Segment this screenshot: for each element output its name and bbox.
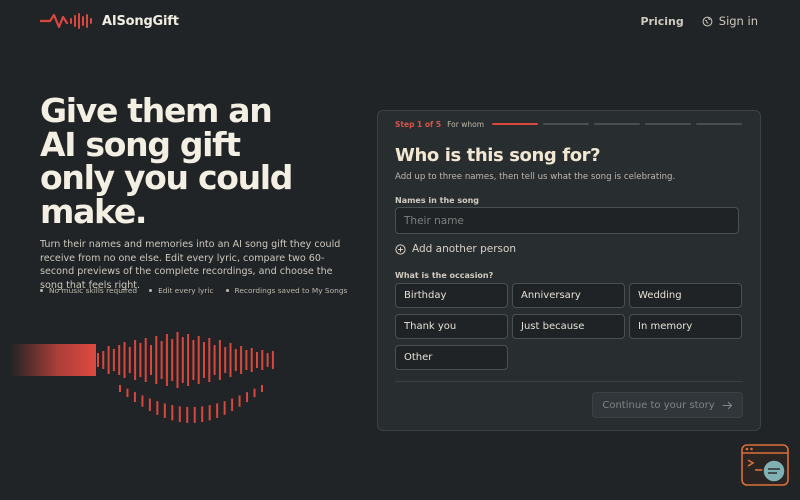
feature-bullet: No music skills required bbox=[40, 286, 137, 295]
header: AISongGift Pricing Sign in bbox=[0, 0, 800, 44]
feature-bullet: Recordings saved to My Songs bbox=[225, 286, 348, 295]
continue-button[interactable]: Continue to your story bbox=[592, 392, 743, 418]
nav-signin-link[interactable]: Sign in bbox=[702, 14, 758, 28]
brand-name: AISongGift bbox=[102, 13, 179, 29]
occasion-birthday[interactable]: Birthday bbox=[395, 283, 508, 308]
nav-pricing-link[interactable]: Pricing bbox=[641, 15, 684, 28]
help-widget-icon[interactable] bbox=[741, 444, 789, 488]
step-count: Step 1 of 5 bbox=[395, 120, 442, 129]
step-name: For whom bbox=[447, 120, 485, 129]
occasion-wedding[interactable]: Wedding bbox=[629, 283, 742, 308]
top-nav: Pricing Sign in bbox=[641, 14, 759, 28]
occasion-thank-you[interactable]: Thank you bbox=[395, 314, 508, 339]
logo-wave-icon bbox=[40, 13, 92, 29]
names-label: Names in the song bbox=[395, 196, 480, 205]
name-input[interactable] bbox=[395, 207, 739, 234]
plus-circle-icon bbox=[395, 243, 406, 255]
hero-title: Give them an AI song gift only you could… bbox=[40, 94, 360, 228]
waveform-fade-band bbox=[10, 344, 96, 376]
feature-bullet-label: Edit every lyric bbox=[158, 286, 214, 295]
progress-segment bbox=[645, 123, 691, 125]
song-form-card: Step 1 of 5 For whom Who is this song fo… bbox=[377, 110, 761, 431]
hero-description: Turn their names and memories into an AI… bbox=[40, 239, 341, 291]
step-indicator: Step 1 of 5 For whom bbox=[395, 120, 484, 129]
form-title: Who is this song for? bbox=[395, 145, 601, 166]
globe-icon bbox=[702, 16, 713, 26]
progress-segment bbox=[594, 123, 640, 125]
occasion-anniversary[interactable]: Anniversary bbox=[512, 283, 625, 308]
bullet-dot bbox=[225, 289, 229, 292]
hero-title-line: make. bbox=[40, 191, 147, 231]
arrow-right-icon bbox=[722, 401, 732, 409]
feature-bullet-label: Recordings saved to My Songs bbox=[234, 286, 348, 295]
brand-logo[interactable]: AISongGift bbox=[40, 11, 179, 31]
nav-signin-label: Sign in bbox=[718, 14, 758, 28]
bullet-dot bbox=[40, 289, 43, 292]
occasion-label: What is the occasion? bbox=[395, 271, 494, 280]
add-person-label: Add another person bbox=[412, 243, 517, 255]
feature-bullet: Edit every lyric bbox=[149, 286, 214, 295]
feature-bullet-label: No music skills required bbox=[49, 286, 138, 295]
progress-segment bbox=[492, 123, 538, 125]
add-person-button[interactable]: Add another person bbox=[395, 243, 516, 255]
occasion-in-memory[interactable]: In memory bbox=[629, 314, 742, 339]
continue-label: Continue to your story bbox=[602, 399, 715, 411]
occasion-other[interactable]: Other bbox=[395, 345, 508, 370]
feature-bullets: No music skills required Edit every lyri… bbox=[40, 286, 359, 295]
progress-segment bbox=[543, 123, 589, 125]
bullet-dot bbox=[149, 289, 153, 292]
occasion-just-because[interactable]: Just because bbox=[512, 314, 625, 339]
form-divider bbox=[395, 381, 743, 382]
progress-segment bbox=[696, 123, 742, 125]
form-subtitle: Add up to three names, then tell us what… bbox=[395, 172, 676, 182]
progress-bar bbox=[492, 123, 747, 125]
waveform-graphic bbox=[10, 332, 274, 423]
